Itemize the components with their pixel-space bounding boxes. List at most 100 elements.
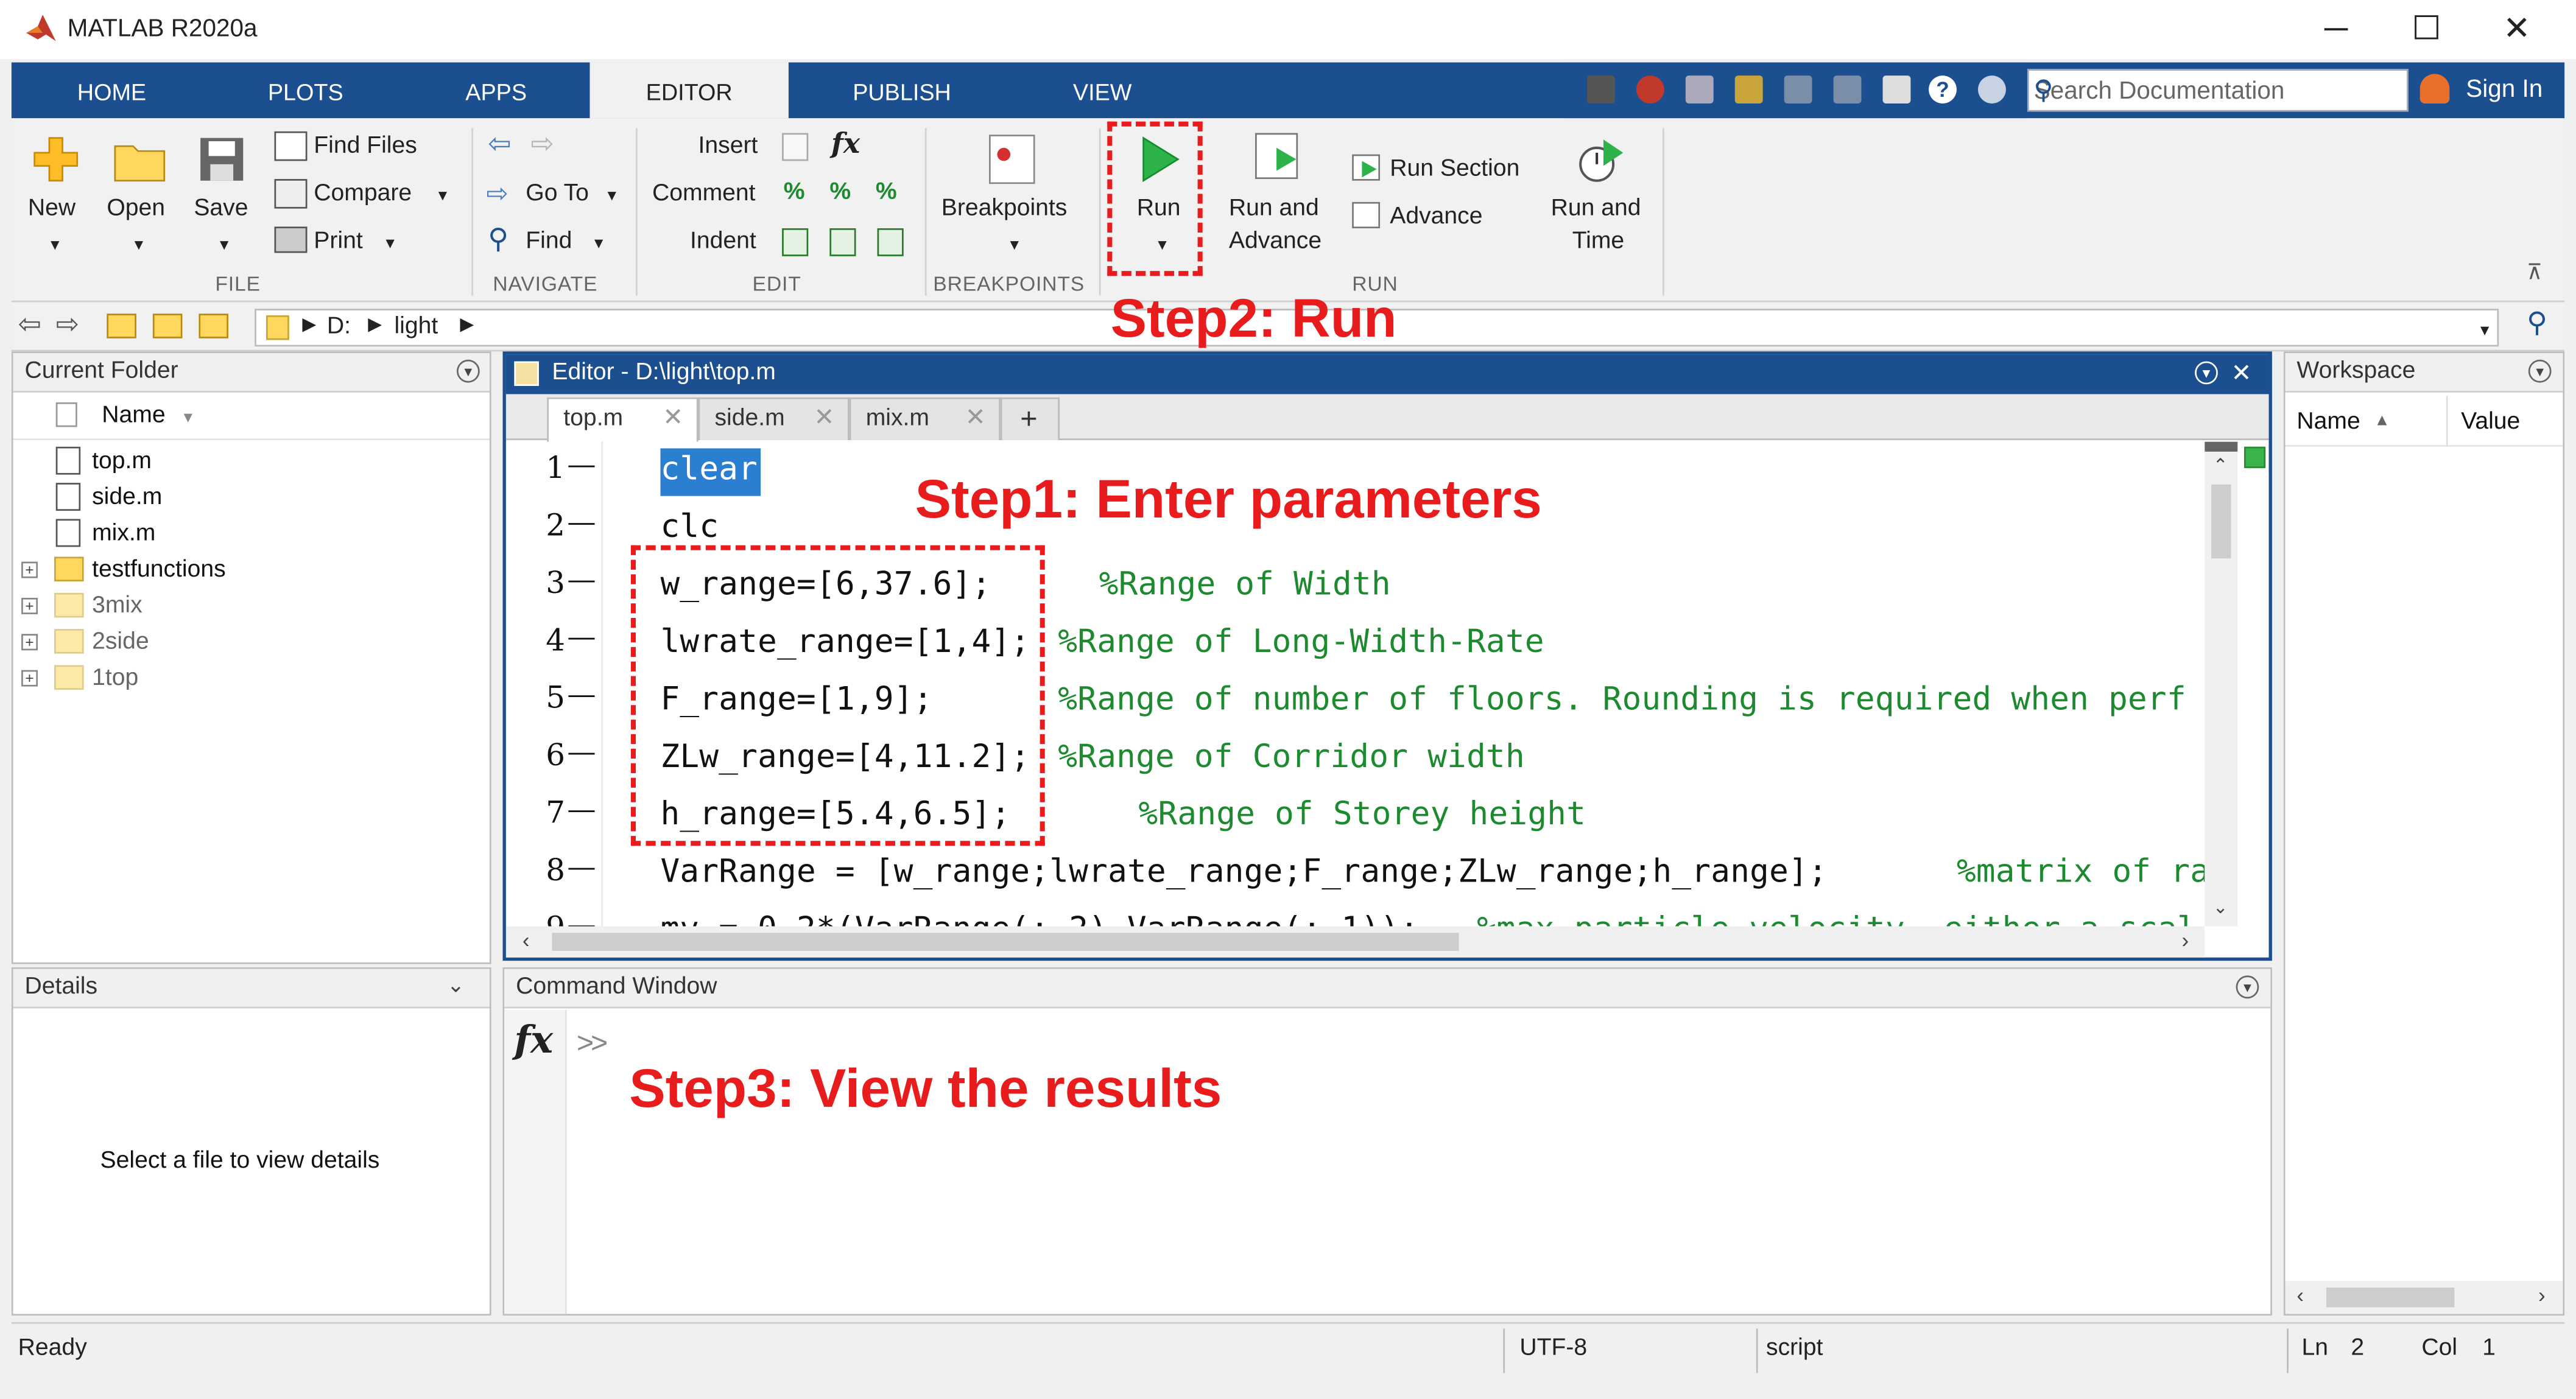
quick-access-menu-icon[interactable] bbox=[1978, 75, 2006, 103]
run-and-advance-button-line2[interactable]: Advance bbox=[1229, 228, 1321, 254]
list-item[interactable]: testfunctions bbox=[92, 557, 226, 583]
tab-view[interactable]: VIEW bbox=[1043, 63, 1161, 119]
comment-button[interactable]: Comment bbox=[652, 181, 756, 207]
expand-icon[interactable]: + bbox=[21, 561, 38, 578]
search-documentation-field[interactable]: Search Documentation ⚲ bbox=[2027, 69, 2409, 112]
scroll-down-icon[interactable]: ⌄ bbox=[2213, 897, 2228, 918]
tab-plots[interactable]: PLOTS bbox=[242, 63, 370, 119]
breakpoint-marker[interactable]: — bbox=[568, 911, 594, 926]
indent-button[interactable]: Indent bbox=[690, 228, 756, 254]
forward-nav-icon[interactable]: ⇨ bbox=[56, 309, 79, 342]
insert-button[interactable]: Insert bbox=[699, 133, 758, 160]
editor-actions-icon[interactable]: ▼ bbox=[2195, 361, 2218, 385]
search-icon[interactable]: ⚲ bbox=[2034, 74, 2402, 107]
horizontal-scroll-thumb[interactable] bbox=[552, 933, 1459, 951]
tab-home[interactable]: HOME bbox=[48, 63, 175, 119]
editor-tab-mix[interactable]: mix.m ✕ bbox=[849, 397, 1001, 440]
path-drive[interactable]: D: bbox=[327, 314, 351, 340]
help-icon[interactable]: ? bbox=[1929, 75, 1957, 103]
breakpoint-marker[interactable]: — bbox=[568, 796, 594, 826]
compare-button[interactable]: Compare bbox=[314, 181, 412, 207]
workspace-horizontal-scrollbar[interactable]: ‹ › bbox=[2285, 1281, 2563, 1314]
expand-icon[interactable]: + bbox=[21, 670, 38, 687]
breakpoint-marker[interactable]: — bbox=[568, 509, 594, 539]
cut-icon[interactable] bbox=[1636, 75, 1664, 103]
fx-function-browser-icon[interactable]: fx bbox=[514, 1019, 553, 1063]
panel-actions-icon[interactable]: ▼ bbox=[456, 359, 480, 383]
code-comment[interactable]: %Range of Corridor width bbox=[1058, 737, 1525, 775]
breakpoint-marker[interactable]: — bbox=[568, 739, 594, 769]
sign-in-link[interactable]: Sign In bbox=[2466, 75, 2543, 103]
find-files-button[interactable]: Find Files bbox=[314, 133, 417, 160]
save-button[interactable]: Save bbox=[194, 195, 248, 222]
path-folder[interactable]: light bbox=[394, 314, 438, 340]
close-tab-icon[interactable]: ✕ bbox=[965, 399, 986, 439]
list-item[interactable]: 2side bbox=[92, 629, 149, 655]
browse-folder-icon[interactable] bbox=[152, 314, 183, 338]
breakpoints-dropdown-arrow[interactable]: ▼ bbox=[1007, 236, 1022, 253]
minimize-button[interactable]: ─ bbox=[2313, 7, 2359, 53]
select-all-checkbox[interactable] bbox=[55, 402, 77, 427]
code-line[interactable]: clear bbox=[660, 450, 758, 488]
print-dropdown-arrow[interactable]: ▼ bbox=[383, 235, 398, 251]
editor-tab-top[interactable]: top.m ✕ bbox=[547, 397, 699, 442]
scroll-right-icon[interactable]: › bbox=[2538, 1283, 2546, 1307]
list-item[interactable]: top.m bbox=[92, 448, 152, 474]
breakpoint-marker[interactable]: — bbox=[568, 567, 594, 597]
breakpoint-marker[interactable]: — bbox=[568, 682, 594, 712]
code-comment[interactable]: %Range of number of floors. Rounding is … bbox=[1058, 680, 2186, 718]
code-comment[interactable]: %Range of Width bbox=[1099, 565, 1391, 603]
up-folder-icon[interactable] bbox=[107, 314, 136, 338]
code-comment[interactable]: %matrix of ra bbox=[1957, 852, 2205, 890]
increase-indent-icon[interactable] bbox=[829, 228, 856, 256]
open-dropdown-arrow[interactable]: ▼ bbox=[132, 236, 146, 253]
workspace-scroll-thumb[interactable] bbox=[2326, 1287, 2455, 1308]
command-window-actions-icon[interactable]: ▼ bbox=[2236, 975, 2259, 999]
fx-insert-function-icon[interactable]: fx bbox=[831, 128, 860, 161]
decrease-indent-icon[interactable] bbox=[877, 228, 904, 256]
breakpoint-marker[interactable]: — bbox=[568, 854, 594, 884]
editor-vertical-scrollbar[interactable]: ⌃ ⌄ bbox=[2205, 441, 2238, 927]
insert-icon[interactable] bbox=[782, 133, 809, 161]
copy-icon[interactable] bbox=[1685, 75, 1714, 103]
sort-dropdown-arrow[interactable]: ▼ bbox=[181, 409, 195, 426]
paste-icon[interactable] bbox=[1734, 75, 1763, 103]
close-editor-icon[interactable]: ✕ bbox=[2231, 358, 2251, 388]
code-analyzer-status-icon[interactable] bbox=[2244, 446, 2266, 468]
go-to-dropdown-arrow[interactable]: ▼ bbox=[605, 188, 619, 204]
tab-editor[interactable]: EDITOR bbox=[589, 62, 789, 119]
close-tab-icon[interactable]: ✕ bbox=[814, 399, 834, 439]
forward-arrow-icon[interactable]: ⇨ bbox=[530, 128, 554, 161]
back-arrow-icon[interactable]: ⇦ bbox=[488, 128, 511, 161]
redo-icon[interactable] bbox=[1833, 75, 1862, 103]
workspace-actions-icon[interactable]: ▼ bbox=[2528, 359, 2552, 383]
close-window-button[interactable]: ✕ bbox=[2494, 7, 2540, 53]
workspace-value-column[interactable]: Value bbox=[2461, 409, 2520, 435]
run-section-button[interactable]: Run Section bbox=[1390, 156, 1519, 182]
split-handle[interactable] bbox=[2205, 441, 2238, 452]
code-line[interactable]: mv = 0.2*(VarRange(:,2)-VarRange(:,1)); bbox=[660, 910, 1419, 927]
new-dropdown-arrow[interactable]: ▼ bbox=[48, 236, 62, 253]
collapse-details-icon[interactable]: ⌄ bbox=[447, 972, 465, 998]
back-nav-icon[interactable]: ⇦ bbox=[18, 309, 41, 342]
search-path-icon[interactable]: ⚲ bbox=[2527, 307, 2547, 340]
save-quick-icon[interactable] bbox=[1586, 75, 1615, 103]
notification-bell-icon[interactable] bbox=[2419, 74, 2450, 103]
maximize-button[interactable]: ☐ bbox=[2404, 7, 2450, 53]
list-item[interactable]: side.m bbox=[92, 485, 162, 511]
vertical-scroll-thumb[interactable] bbox=[2211, 484, 2231, 559]
breakpoint-marker[interactable]: — bbox=[568, 624, 594, 654]
wrap-comment-icon[interactable]: % bbox=[876, 179, 897, 205]
name-column-header[interactable]: Name bbox=[102, 402, 165, 429]
collapse-toolstrip-icon[interactable]: ⊼ bbox=[2527, 259, 2543, 286]
expand-icon[interactable]: + bbox=[21, 634, 38, 651]
breakpoint-marker[interactable]: — bbox=[568, 452, 594, 482]
tab-apps[interactable]: APPS bbox=[432, 63, 560, 119]
code-line[interactable]: VarRange = [w_range;lwrate_range;F_range… bbox=[660, 852, 1827, 890]
save-dropdown-arrow[interactable]: ▼ bbox=[217, 236, 231, 253]
scroll-left-icon[interactable]: ‹ bbox=[523, 928, 530, 952]
search-folder-icon[interactable] bbox=[199, 314, 228, 338]
find-dropdown-arrow[interactable]: ▼ bbox=[591, 235, 606, 251]
uncomment-icon[interactable]: % bbox=[829, 179, 851, 205]
switch-windows-icon[interactable] bbox=[1882, 75, 1911, 103]
